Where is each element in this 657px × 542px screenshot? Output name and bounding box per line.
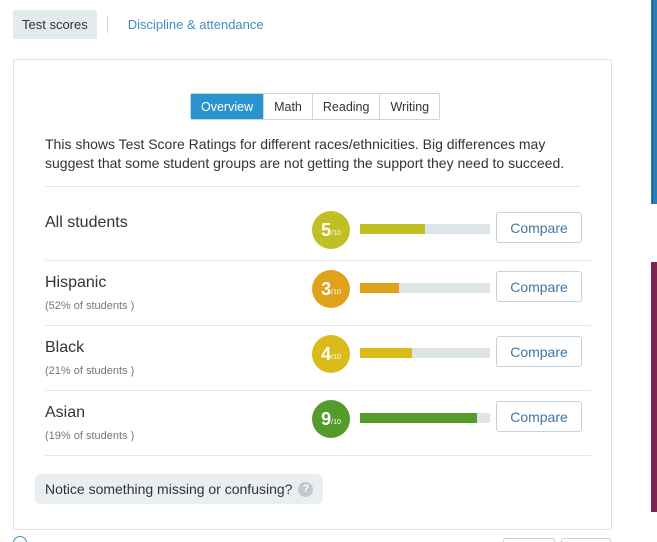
- info-icon: [13, 536, 27, 542]
- help-icon[interactable]: ?: [298, 481, 314, 497]
- group-share: (21% of students ): [45, 365, 135, 377]
- footer-button[interactable]: [561, 538, 611, 542]
- tab-test-scores[interactable]: Test scores: [13, 10, 97, 39]
- rating-denominator: /10: [331, 354, 341, 361]
- feedback-label: Notice something missing or confusing?: [45, 481, 293, 497]
- rating-value: 3: [321, 279, 332, 299]
- rating-badge: 9 /10: [312, 400, 350, 438]
- tab-overview[interactable]: Overview: [191, 94, 264, 119]
- subject-tabs: Overview Math Reading Writing: [190, 93, 441, 120]
- rating-bar-fill: [360, 283, 399, 293]
- group-row-asian: Asian (19% of students ) 9 /10 Compare: [45, 391, 591, 456]
- tab-reading[interactable]: Reading: [311, 94, 380, 119]
- compare-button[interactable]: Compare: [496, 212, 582, 243]
- rating-bar-fill: [360, 224, 425, 234]
- feedback-link[interactable]: Notice something missing or confusing? ?: [35, 474, 324, 504]
- rating-denominator: /10: [331, 230, 341, 237]
- rating-value: 4: [321, 344, 332, 364]
- compare-button[interactable]: Compare: [496, 401, 582, 432]
- rating-bar: [360, 413, 490, 423]
- tab-writing[interactable]: Writing: [379, 94, 440, 119]
- group-name: Asian: [45, 404, 86, 421]
- group-name: Hispanic: [45, 274, 107, 291]
- side-panel-blue-border: [652, 0, 653, 204]
- rating-bar-fill: [360, 348, 412, 358]
- group-name: All students: [45, 214, 128, 231]
- group-row-black: Black (21% of students ) 4 /10 Compare: [45, 326, 591, 391]
- test-scores-card: Overview Math Reading Writing This shows…: [13, 59, 612, 530]
- group-name: Black: [45, 339, 85, 356]
- rating-bar: [360, 224, 490, 234]
- description-text: This shows Test Score Ratings for differ…: [45, 136, 565, 171]
- tab-math[interactable]: Math: [263, 94, 312, 119]
- rating-denominator: /10: [331, 419, 341, 426]
- side-panel-purple-edge: [651, 262, 657, 512]
- rating-value: 9: [321, 409, 332, 429]
- rating-bar: [360, 283, 490, 293]
- rating-badge: 4 /10: [312, 335, 350, 373]
- rating-badge: 5 /10: [312, 211, 350, 249]
- rating-badge: 3 /10: [312, 270, 350, 308]
- group-share: (19% of students ): [45, 430, 135, 442]
- tab-discipline-attendance[interactable]: Discipline & attendance: [108, 10, 273, 39]
- rating-denominator: /10: [331, 289, 341, 296]
- rating-value: 5: [321, 220, 332, 240]
- rating-bar-fill: [360, 413, 477, 423]
- group-row-all-students: All students 5 /10 Compare: [45, 196, 591, 261]
- group-share: (52% of students ): [45, 300, 135, 312]
- footer-button[interactable]: [503, 538, 555, 542]
- divider: [45, 186, 581, 187]
- rating-bar: [360, 348, 490, 358]
- group-row-hispanic: Hispanic (52% of students ) 3 /10 Compar…: [45, 261, 591, 326]
- compare-button[interactable]: Compare: [496, 271, 582, 302]
- section-tabs: Test scores Discipline & attendance: [13, 10, 273, 39]
- compare-button[interactable]: Compare: [496, 336, 582, 367]
